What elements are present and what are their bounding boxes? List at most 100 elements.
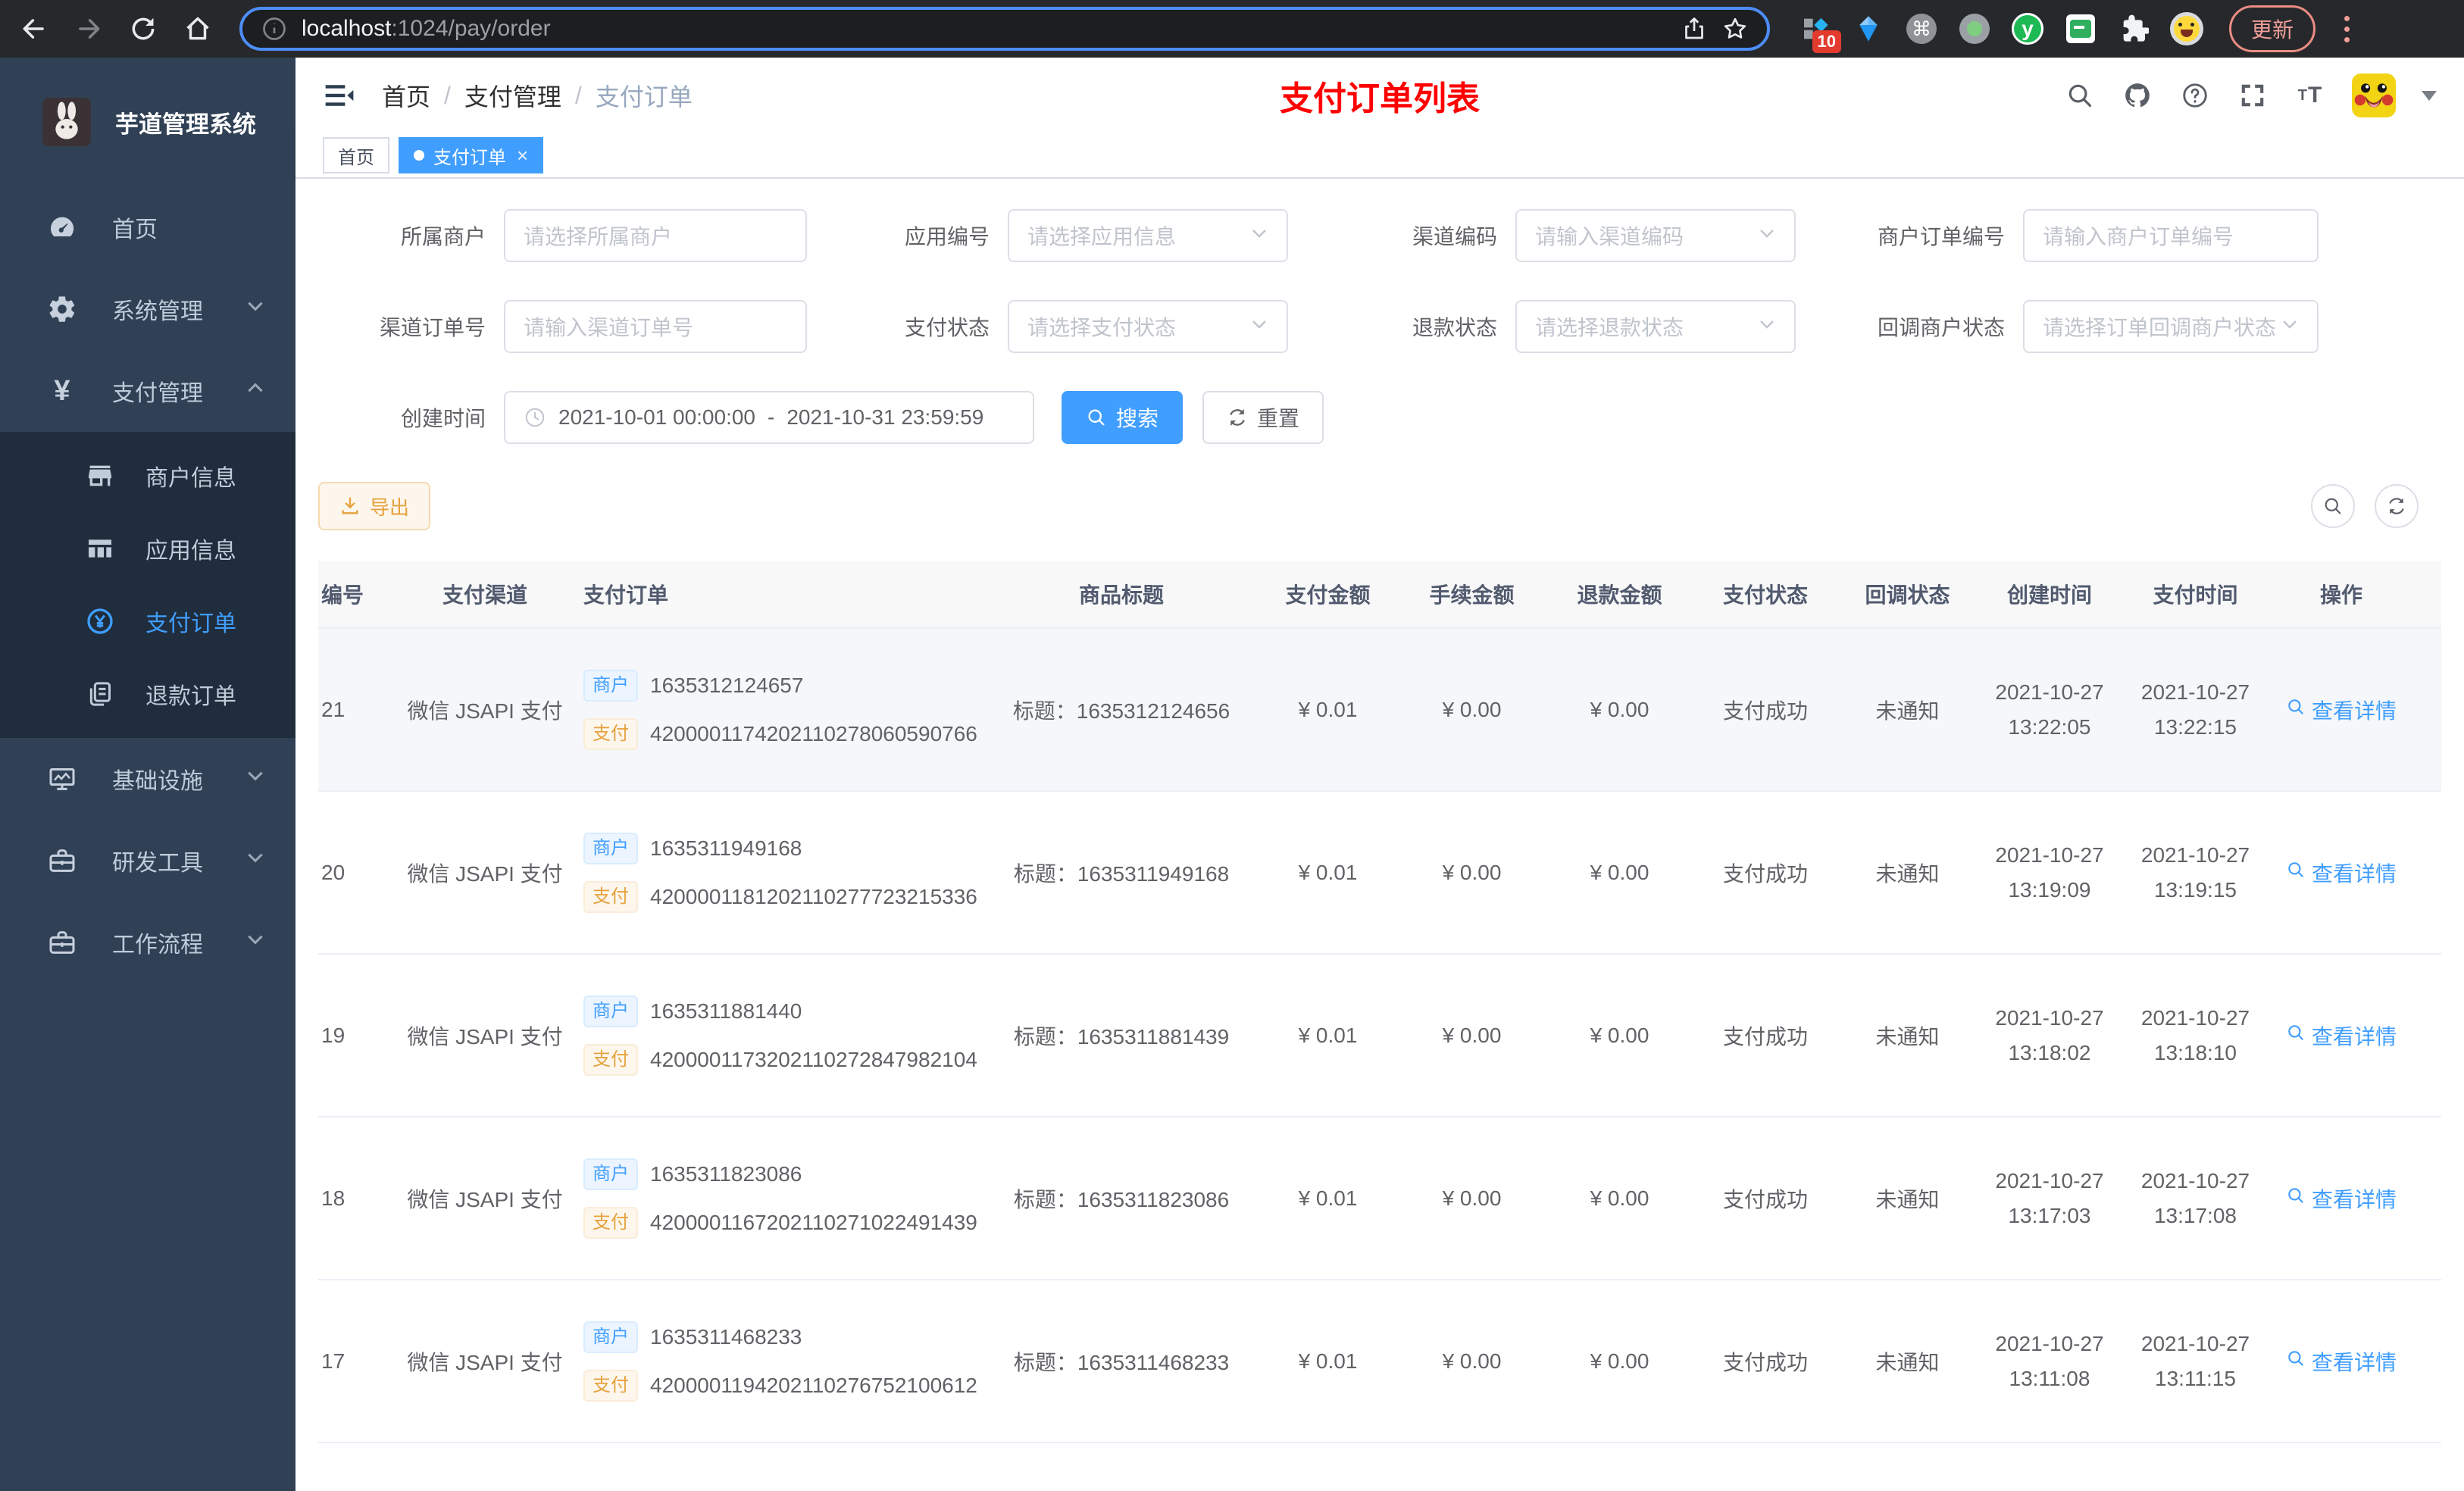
callback-status-select[interactable]: 请选择订单回调商户状态 — [2023, 300, 2319, 353]
font-size-icon[interactable]: TT — [2294, 80, 2326, 111]
browser-menu-icon[interactable] — [2337, 13, 2357, 45]
extension-tiles-icon[interactable]: 10 — [1799, 12, 1841, 53]
column-header-refund: 退款金额 — [1577, 583, 1662, 607]
chevron-down-icon — [245, 766, 265, 792]
chevron-up-icon — [245, 378, 265, 404]
tab-home[interactable]: 首页 — [323, 137, 389, 173]
merchant-order-no-input[interactable]: 请输入商户订单编号 — [2023, 209, 2319, 262]
breadcrumb-home[interactable]: 首页 — [382, 78, 430, 113]
refund-status-select[interactable]: 请选择退款状态 — [1515, 300, 1796, 353]
extension-gem-icon[interactable] — [1852, 12, 1885, 45]
chrome-update-button[interactable]: 更新 — [2229, 5, 2316, 52]
refresh-table-button[interactable] — [2375, 484, 2419, 528]
browser-home-button[interactable] — [182, 13, 214, 45]
tab-pay-order[interactable]: 支付订单 × — [399, 137, 544, 173]
create_time-clock: 13:22:05 — [2008, 714, 2091, 739]
cell-amount: ¥ 0.01 — [1298, 697, 1358, 721]
fullscreen-icon[interactable] — [2237, 80, 2269, 111]
merchant-select[interactable]: 请选择所属商户 — [504, 209, 807, 262]
pay_time-clock: 13:11:15 — [2155, 1366, 2236, 1390]
cell-pay_time: 2021-10-27 13:11:15 — [2122, 1280, 2269, 1442]
search-button[interactable]: 搜索 — [1062, 391, 1184, 444]
cell-order: 商户 1635311468233 支付 42000011942021102767521… — [576, 1280, 985, 1442]
pay-status-select[interactable]: 请选择支付状态 — [1008, 300, 1288, 353]
help-icon[interactable] — [2179, 80, 2211, 111]
view-detail-link[interactable]: 查看详情 — [2286, 1021, 2397, 1051]
view-detail-link[interactable]: 查看详情 — [2286, 1346, 2397, 1377]
create_time-date: 2021-10-27 — [1995, 1331, 2104, 1355]
gear-icon — [45, 292, 79, 326]
sidebar-item-payment[interactable]: ¥ 支付管理 — [0, 350, 295, 432]
user-avatar[interactable] — [2352, 73, 2396, 117]
merchant-order-no: 1635311468233 — [650, 1324, 802, 1349]
extension-command-icon[interactable]: ⌘ — [1905, 12, 1938, 45]
header-search-icon[interactable] — [2064, 80, 2096, 111]
share-icon[interactable] — [1681, 13, 1708, 45]
sidebar-collapse-icon[interactable] — [323, 79, 356, 112]
bookmark-star-icon[interactable] — [1721, 13, 1749, 45]
extension-chat-icon[interactable] — [2064, 12, 2097, 45]
table-row: 18 微信 JSAPI 支付 商户 1635311823086 支付 4200001167… — [318, 1117, 2441, 1280]
page-content: 所属商户 请选择所属商户 应用编号 请选择应用信息 渠道编码 请输入渠道编码 商… — [295, 179, 2464, 1491]
channel-order-no-input[interactable]: 请输入渠道订单号 — [504, 300, 807, 353]
github-icon[interactable] — [2122, 80, 2153, 111]
column-header-channel: 支付渠道 — [442, 583, 527, 607]
create_time-value: 2021-10-27 13:11:08 — [1995, 1332, 2103, 1391]
dashboard-icon — [45, 211, 79, 244]
avatar-dropdown-icon[interactable] — [2422, 90, 2437, 101]
toggle-search-button[interactable] — [2311, 484, 2355, 528]
breadcrumb-payment[interactable]: 支付管理 — [464, 78, 561, 113]
browser-reload-button[interactable] — [127, 13, 159, 45]
browser-back-button[interactable] — [18, 13, 50, 45]
extension-dot-icon[interactable] — [1958, 12, 1991, 45]
address-bar[interactable]: localhost:1024/pay/order — [239, 7, 1770, 51]
sidebar-item-system[interactable]: 系统管理 — [0, 268, 295, 350]
app-logo[interactable]: 芋道管理系统 — [0, 58, 295, 186]
cell-order: 商户1635311254796 — [576, 1443, 985, 1491]
reset-button[interactable]: 重置 — [1202, 391, 1324, 444]
pay-order-no: 4200001173202110272847982104 — [650, 1047, 977, 1071]
pay_time-date: 2021-10-27 — [2140, 842, 2250, 867]
site-info-icon[interactable] — [261, 13, 288, 45]
sidebar-item-dev-tools[interactable]: 研发工具 — [0, 820, 295, 902]
pay-order-no: 4200001174202110278060590766 — [650, 721, 977, 746]
tags-view-bar: 首页 支付订单 × — [295, 133, 2464, 179]
extensions-puzzle-icon[interactable] — [2117, 12, 2150, 45]
sidebar-item-workflow[interactable]: 工作流程 — [0, 902, 295, 983]
sidebar-item-refund-order[interactable]: 退款订单 — [0, 658, 295, 730]
view-detail-link[interactable]: 查看详情 — [2286, 1183, 2397, 1214]
cell-pay-status: 支付成功 — [1722, 1024, 1808, 1049]
view-detail-link[interactable]: 查看详情 — [2286, 858, 2397, 888]
close-tab-icon[interactable]: × — [517, 145, 528, 165]
sidebar-item-pay-order[interactable]: 支付订单 — [0, 585, 295, 658]
date-range-end: 2021-10-31 23:59:59 — [786, 405, 984, 429]
chevron-down-icon — [1250, 314, 1268, 339]
sidebar-item-merchant-info[interactable]: 商户信息 — [0, 439, 295, 512]
create_time-value: 2021-10-27 13:18:02 — [1995, 1006, 2103, 1065]
cell-notify-status: 未通知 — [1875, 1024, 1940, 1049]
create-time-range-picker[interactable]: 2021-10-01 00:00:00 - 2021-10-31 23:59:5… — [504, 391, 1034, 444]
pay-order-no: 4200001167202110271022491439 — [650, 1210, 977, 1234]
create_time-clock: 13:17:03 — [2008, 1203, 2091, 1227]
app-select[interactable]: 请选择应用信息 — [1008, 209, 1288, 262]
extensions-strip: 10 ⌘ y — [1799, 12, 2203, 53]
view-detail-link[interactable]: 查看详情 — [2286, 695, 2397, 725]
browser-forward-button[interactable] — [73, 13, 105, 45]
sidebar-item-infra[interactable]: 基础设施 — [0, 738, 295, 820]
merchant-tag: 商户 — [583, 1321, 638, 1353]
cell-action: 查看详情 — [2269, 1280, 2413, 1442]
table-body: 21 微信 JSAPI 支付 商户 1635312124657 支付 4200001174… — [318, 629, 2441, 1491]
merchant-order-line: 商户 1635311881440 — [583, 995, 977, 1027]
channel-code-select[interactable]: 请输入渠道编码 — [1515, 209, 1796, 262]
sidebar-item-home[interactable]: 首页 — [0, 186, 295, 268]
profile-emoji-icon[interactable] — [2170, 12, 2203, 45]
chevron-down-icon — [245, 930, 265, 955]
extension-y-icon[interactable]: y — [2011, 12, 2044, 45]
sidebar-item-app-info[interactable]: 应用信息 — [0, 512, 295, 585]
merchant-order-line: 商户 1635312124657 — [583, 669, 977, 702]
export-button[interactable]: 导出 — [318, 482, 431, 530]
column-header-amount: 支付金额 — [1285, 583, 1371, 607]
merchant-order-no: 1635311881440 — [650, 999, 802, 1023]
cell-channel: 微信 JSAPI 支付 — [407, 1187, 563, 1211]
cell-fee: ¥ 0.00 — [1442, 860, 1502, 884]
